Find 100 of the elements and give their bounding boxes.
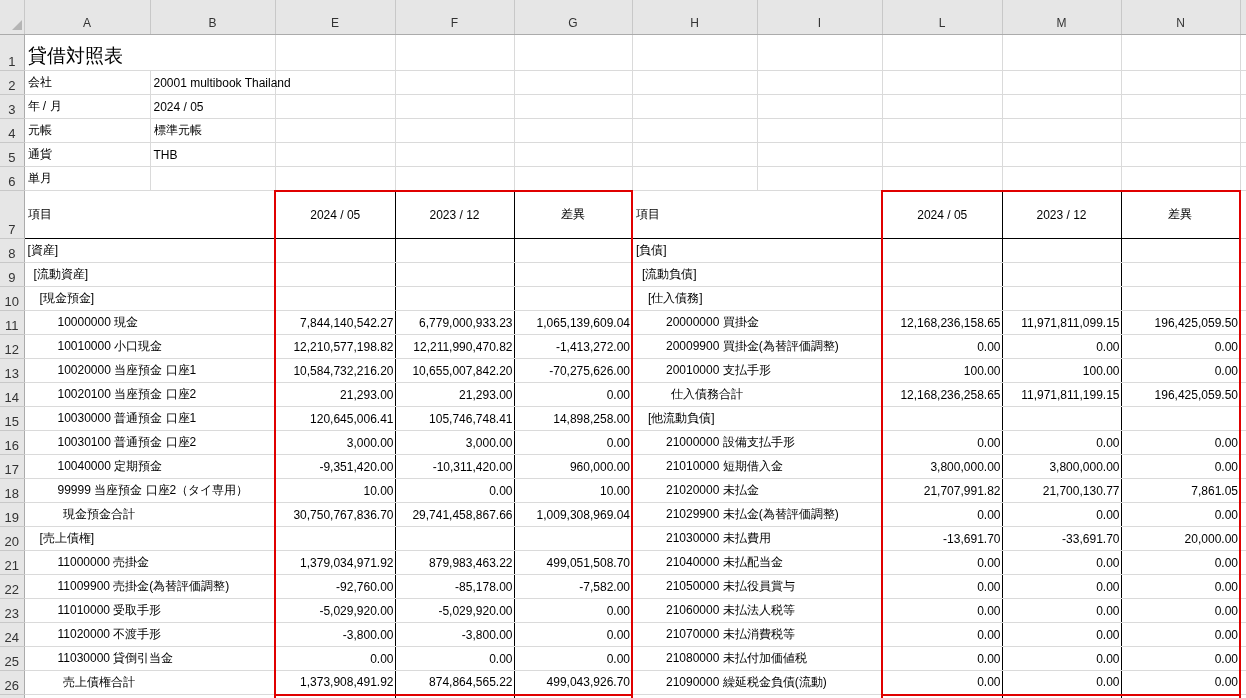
column-heading: 2024 / 05 xyxy=(310,207,361,222)
row-number[interactable]: 19 xyxy=(0,502,24,527)
row-label: 10030100 普通預金 口座2 xyxy=(56,434,197,451)
amount-cell: 0.00 xyxy=(977,435,1001,450)
amount-cell: -92,760.00 xyxy=(336,579,394,594)
amount-cell: -1,413,272.00 xyxy=(555,339,630,354)
amount-cell: 7,861.05 xyxy=(1191,483,1238,498)
row-number[interactable]: 21 xyxy=(0,550,24,575)
row-label: 売上債権合計 xyxy=(61,674,135,691)
column-header[interactable]: A xyxy=(24,0,150,35)
amount-cell: 499,051,508.70 xyxy=(546,555,630,570)
field-label: 会社 xyxy=(27,74,52,91)
amount-cell: 12,168,236,258.65 xyxy=(900,387,1001,402)
amount-cell: -7,582.00 xyxy=(579,579,630,594)
amount-cell: -9,351,420.00 xyxy=(319,459,394,474)
column-header[interactable]: M xyxy=(1002,0,1121,35)
row-label: 10010000 小口現金 xyxy=(56,338,163,355)
amount-cell: 874,864,565.22 xyxy=(429,675,513,690)
field-label: 通貨 xyxy=(27,146,52,163)
row-number[interactable]: 3 xyxy=(0,94,24,119)
amount-cell: 14,898,258.00 xyxy=(553,411,630,426)
row-number[interactable]: 12 xyxy=(0,334,24,359)
row-number[interactable]: 22 xyxy=(0,574,24,599)
row-number[interactable]: 7 xyxy=(0,190,24,239)
row-label: 20000000 買掛金 xyxy=(665,314,759,331)
amount-cell: 6,779,000,933.23 xyxy=(419,315,513,330)
amount-cell: 499,043,926.70 xyxy=(546,675,630,690)
row-number[interactable]: 4 xyxy=(0,118,24,143)
amount-cell: 7,844,140,542.27 xyxy=(300,315,394,330)
row-number[interactable]: 10 xyxy=(0,286,24,311)
row-number[interactable]: 26 xyxy=(0,670,24,695)
amount-cell: 0.00 xyxy=(1214,651,1238,666)
amount-cell: 11,971,811,199.15 xyxy=(1021,387,1120,402)
row-number[interactable]: 14 xyxy=(0,382,24,407)
amount-cell: -5,029,920.00 xyxy=(319,603,394,618)
row-label: 20009900 買掛金(為替評価調整) xyxy=(665,338,839,355)
column-header[interactable]: B xyxy=(150,0,275,35)
column-header[interactable]: F xyxy=(395,0,514,35)
row-number[interactable]: 20 xyxy=(0,526,24,551)
amount-cell: 0.00 xyxy=(977,339,1001,354)
row-number[interactable]: 1 xyxy=(0,34,24,71)
amount-cell: 0.00 xyxy=(1214,339,1238,354)
amount-cell: 0.00 xyxy=(1214,507,1238,522)
amount-cell: 0.00 xyxy=(1096,579,1120,594)
column-header[interactable]: N xyxy=(1121,0,1240,35)
field-label: 元帳 xyxy=(27,122,52,139)
column-heading: 2023 / 12 xyxy=(429,207,480,222)
amount-cell: 12,168,236,158.65 xyxy=(900,315,1001,330)
row-number[interactable]: 9 xyxy=(0,262,24,287)
column-heading: 差異 xyxy=(1168,206,1193,224)
row-label: 10020100 当座預金 口座2 xyxy=(56,386,197,403)
amount-cell: 3,800,000.00 xyxy=(930,459,1001,474)
column-header[interactable]: I xyxy=(757,0,882,35)
column-header[interactable]: G xyxy=(514,0,632,35)
amount-cell: 21,293.00 xyxy=(459,387,513,402)
amount-cell: 0.00 xyxy=(489,483,513,498)
row-number[interactable]: 25 xyxy=(0,646,24,671)
amount-cell: 3,000.00 xyxy=(465,435,513,450)
row-number[interactable]: 24 xyxy=(0,622,24,647)
amount-cell: 0.00 xyxy=(1214,579,1238,594)
row-label: 21029900 未払金(為替評価調整) xyxy=(665,506,839,523)
row-number[interactable]: 16 xyxy=(0,430,24,455)
row-number[interactable]: 17 xyxy=(0,454,24,479)
row-number[interactable]: 2 xyxy=(0,70,24,95)
amount-cell: -33,691.70 xyxy=(1062,531,1120,546)
amount-cell: 0.00 xyxy=(1214,363,1238,378)
field-label: 年 / 月 xyxy=(27,98,62,115)
row-label: 11020000 不渡手形 xyxy=(56,626,162,643)
row-label: 10030000 普通預金 口座1 xyxy=(56,410,197,427)
row-label: 11000000 売掛金 xyxy=(56,554,150,571)
amount-cell: 20,000.00 xyxy=(1184,531,1238,546)
column-header[interactable]: L xyxy=(882,0,1002,35)
row-number[interactable]: 23 xyxy=(0,598,24,623)
amount-cell: 30,750,767,836.70 xyxy=(293,507,394,522)
amount-cell: 0.00 xyxy=(606,651,630,666)
row-number[interactable]: 15 xyxy=(0,406,24,431)
column-header[interactable]: E xyxy=(275,0,395,35)
row-label: [流動資産] xyxy=(32,266,89,283)
amount-cell: -5,029,920.00 xyxy=(438,603,513,618)
amount-cell: 0.00 xyxy=(977,627,1001,642)
row-number[interactable]: 5 xyxy=(0,142,24,167)
row-number[interactable]: 8 xyxy=(0,238,24,263)
field-value: 標準元帳 xyxy=(153,122,202,139)
row-number[interactable]: 18 xyxy=(0,478,24,503)
amount-cell: 0.00 xyxy=(1214,555,1238,570)
amount-cell: 0.00 xyxy=(606,603,630,618)
select-all-icon[interactable] xyxy=(11,20,22,30)
amount-cell: 105,746,748.41 xyxy=(429,411,513,426)
amount-cell: 1,373,908,491.92 xyxy=(300,675,394,690)
amount-cell: 10.00 xyxy=(363,483,394,498)
row-label: [他流動負債] xyxy=(647,410,715,427)
row-number[interactable]: 13 xyxy=(0,358,24,383)
amount-cell: 879,983,463.22 xyxy=(429,555,513,570)
row-label: 21090000 繰延税金負債(流動) xyxy=(665,674,827,691)
row-number[interactable]: 11 xyxy=(0,310,24,335)
amount-cell: 0.00 xyxy=(977,675,1001,690)
amount-cell: 0.00 xyxy=(977,507,1001,522)
column-heading: 2023 / 12 xyxy=(1036,207,1087,222)
column-header[interactable]: H xyxy=(632,0,757,35)
row-number[interactable]: 6 xyxy=(0,166,24,191)
